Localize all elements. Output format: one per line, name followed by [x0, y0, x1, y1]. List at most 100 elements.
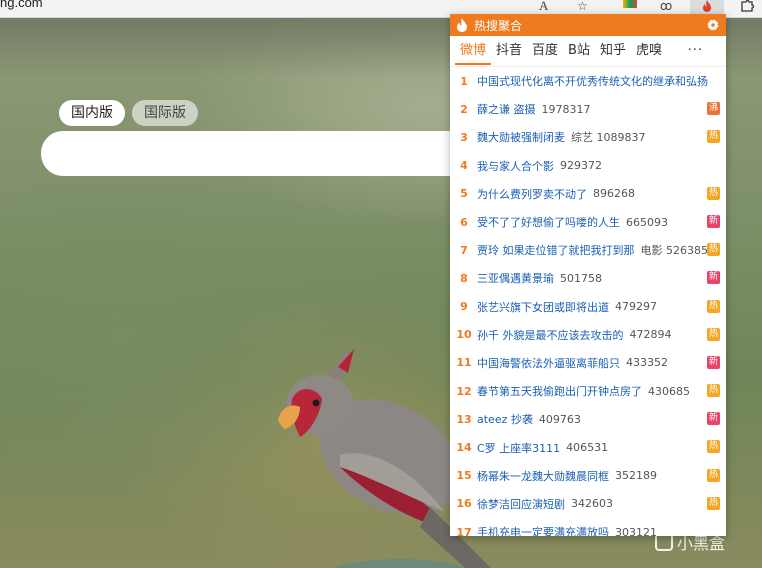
rank-number: 16: [456, 497, 472, 511]
hot-topic-link[interactable]: C罗 上座率3111: [477, 440, 560, 456]
heat-value: 电影 526385: [640, 244, 709, 258]
list-item[interactable]: 15 杨幂朱一龙魏大勋魏晨同框 352189 热: [456, 462, 726, 490]
tab-domestic[interactable]: 国内版: [59, 100, 125, 126]
rank-number: 17: [456, 525, 472, 536]
list-item[interactable]: 8 三亚偶遇黄景瑜 501758 新: [456, 264, 726, 292]
heat-value: 501758: [560, 271, 602, 285]
list-item[interactable]: 16 徐梦洁回应演短剧 342603 热: [456, 490, 726, 518]
search-input[interactable]: [41, 131, 471, 176]
tab-source-3[interactable]: B站: [563, 37, 595, 65]
rank-number: 10: [456, 328, 472, 342]
rank-number: 12: [456, 384, 472, 398]
tab-international[interactable]: 国际版: [132, 100, 198, 126]
status-badge: 热: [707, 299, 720, 313]
status-badge: 热: [707, 496, 720, 510]
rank-number: 7: [460, 243, 468, 257]
hot-search-popup: 热搜聚合 微博 抖音 百度 B站 知乎 虎嗅 ··· 1 中国式现代化离不开优秀传统文化的继承…: [450, 14, 726, 536]
reader-mode-icon[interactable]: A: [539, 0, 548, 12]
heat-value: 1978317: [541, 102, 591, 116]
heat-value: 896268: [593, 187, 635, 201]
list-item[interactable]: 5 为什么费列罗卖不动了 896268 热: [456, 180, 726, 208]
list-item[interactable]: 2 薛之谦 盗摄 1978317 沸: [456, 95, 726, 123]
rank-number: 9: [460, 300, 468, 314]
hot-topic-link[interactable]: 贾玲 如果走位错了就把我打到那: [477, 242, 635, 258]
list-item[interactable]: 6 受不了了好想偷了吗喽的人生 665093 新: [456, 208, 726, 236]
rank-number: 6: [460, 215, 468, 229]
list-item[interactable]: 9 张艺兴旗下女团或即将出道 479297 热: [456, 293, 726, 321]
fire-icon: [457, 18, 467, 32]
hot-topic-link[interactable]: 春节第五天我偷跑出门开钟点房了: [477, 383, 642, 399]
heat-value: 303121: [615, 525, 657, 536]
heat-value: 342603: [571, 497, 613, 511]
hot-topic-link[interactable]: 徐梦洁回应演短剧: [477, 496, 565, 512]
list-item[interactable]: 4 我与家人合个影 929372: [456, 152, 726, 180]
list-item[interactable]: 14 C罗 上座率3111 406531 热: [456, 433, 726, 461]
hot-list: 1 中国式现代化离不开优秀传统文化的继承和弘扬 2 薛之谦 盗摄 1978317 沸 3 魏大…: [450, 67, 726, 536]
status-badge: 新: [707, 214, 720, 228]
extension-colorful-icon[interactable]: [623, 0, 637, 8]
hot-topic-link[interactable]: 手机充电一定要满充满放吗: [477, 524, 609, 536]
rank-number: 11: [456, 356, 472, 370]
tab-source-0[interactable]: 微博: [455, 37, 492, 65]
region-tabs: 国内版 国际版: [59, 100, 198, 126]
status-badge: 新: [707, 412, 720, 426]
list-item[interactable]: 10 孙千 外貌是最不应该去攻击的 472894 热: [456, 321, 726, 349]
popup-header: 热搜聚合: [450, 14, 726, 36]
heat-value: 352189: [615, 469, 657, 483]
hot-topic-link[interactable]: 薛之谦 盗摄: [477, 101, 536, 117]
extension-infinity-icon[interactable]: ꝏ: [660, 0, 672, 12]
status-badge: 热: [707, 243, 720, 257]
status-badge: 热: [707, 186, 720, 200]
status-badge: 热: [707, 440, 720, 454]
list-item[interactable]: 11 中国海警依法外逼驱离菲船只 433352 新: [456, 349, 726, 377]
heat-value: 430685: [648, 384, 690, 398]
list-item[interactable]: 3 魏大勋被强制闭麦 综艺 1089837 热: [456, 123, 726, 151]
hot-topic-link[interactable]: 杨幂朱一龙魏大勋魏晨同框: [477, 468, 609, 484]
hot-topic-link[interactable]: 我与家人合个影: [477, 158, 554, 174]
tab-source-1[interactable]: 抖音: [491, 37, 527, 65]
rank-number: 4: [460, 159, 468, 173]
address-bar-text[interactable]: ng.com: [0, 0, 43, 11]
list-item[interactable]: 1 中国式现代化离不开优秀传统文化的继承和弘扬: [456, 67, 726, 95]
hot-topic-link[interactable]: 魏大勋被强制闭麦: [477, 129, 565, 145]
heat-value: 929372: [560, 159, 602, 173]
rank-number: 8: [460, 271, 468, 285]
tab-source-4[interactable]: 知乎: [595, 37, 631, 65]
hot-topic-link[interactable]: 三亚偶遇黄景瑜: [477, 270, 554, 286]
list-item[interactable]: 12 春节第五天我偷跑出门开钟点房了 430685 热: [456, 377, 726, 405]
status-badge: 新: [707, 271, 720, 285]
status-badge: 沸: [707, 102, 720, 116]
hot-topic-link[interactable]: 中国海警依法外逼驱离菲船只: [477, 355, 620, 371]
rank-number: 1: [460, 74, 468, 88]
status-badge: 热: [707, 468, 720, 482]
heat-value: 472894: [629, 328, 672, 342]
rank-number: 14: [456, 441, 472, 455]
list-item[interactable]: 17 手机充电一定要满充满放吗 303121: [456, 518, 726, 536]
heat-value: 406531: [566, 441, 609, 455]
popup-title: 热搜聚合: [474, 18, 523, 33]
extensions-puzzle-icon[interactable]: [740, 0, 755, 12]
heat-value: 665093: [626, 215, 668, 229]
status-badge: 热: [707, 327, 720, 341]
list-item[interactable]: 7 贾玲 如果走位错了就把我打到那 电影 526385 热: [456, 236, 726, 264]
hot-topic-link[interactable]: ateez 抄袭: [477, 411, 533, 427]
gear-icon[interactable]: [706, 18, 720, 32]
rank-number: 13: [456, 412, 472, 426]
more-sources-button[interactable]: ···: [683, 37, 708, 65]
heat-value: 综艺 1089837: [571, 131, 646, 145]
tab-source-2[interactable]: 百度: [527, 37, 563, 65]
hot-topic-link[interactable]: 孙千 外貌是最不应该去攻击的: [477, 327, 624, 343]
hot-topic-link[interactable]: 中国式现代化离不开优秀传统文化的继承和弘扬: [477, 73, 708, 89]
hot-topic-link[interactable]: 为什么费列罗卖不动了: [477, 186, 587, 202]
heat-value: 433352: [626, 356, 668, 370]
rank-number: 15: [456, 469, 472, 483]
status-badge: 新: [707, 355, 720, 369]
source-tabs: 微博 抖音 百度 B站 知乎 虎嗅 ···: [450, 36, 726, 67]
heat-value: 479297: [615, 300, 657, 314]
tab-source-5[interactable]: 虎嗅: [631, 37, 667, 65]
hot-topic-link[interactable]: 张艺兴旗下女团或即将出道: [477, 299, 609, 315]
hot-topic-link[interactable]: 受不了了好想偷了吗喽的人生: [477, 214, 620, 230]
rank-number: 5: [460, 187, 468, 201]
list-item[interactable]: 13 ateez 抄袭 409763 新: [456, 405, 726, 433]
favorite-star-icon[interactable]: ☆: [577, 0, 588, 12]
